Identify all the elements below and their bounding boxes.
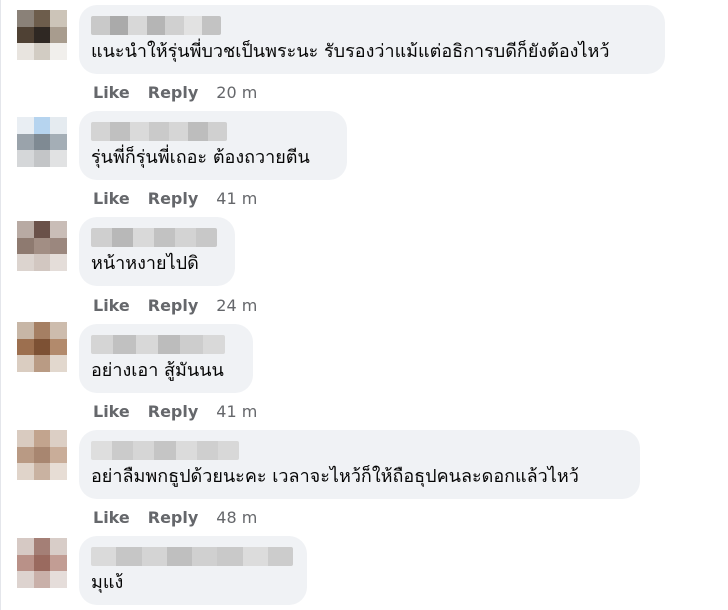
reply-button[interactable]: Reply: [148, 188, 199, 210]
comment-text: มุแง้: [91, 572, 124, 593]
comment-actions: Like Reply 41 m: [93, 401, 257, 423]
avatar[interactable]: [17, 538, 67, 588]
reply-button[interactable]: Reply: [148, 295, 199, 317]
like-button[interactable]: Like: [93, 295, 130, 317]
blurred-author-name[interactable]: [91, 441, 239, 460]
comment-text: แนะนำให้รุ่นพี่บวชเป็นพระนะ รับรองว่าแม้…: [91, 41, 610, 62]
like-button[interactable]: Like: [93, 82, 130, 104]
like-button[interactable]: Like: [93, 401, 130, 423]
like-button[interactable]: Like: [93, 507, 130, 529]
blurred-author-name[interactable]: [91, 228, 217, 247]
comment-bubble: อย่าลืมพกธูปด้วยนะคะ เวลาจะไหว้ก็ให้ถือธ…: [79, 430, 640, 499]
comment-text: หน้าหงายไปดิ: [91, 253, 199, 274]
avatar[interactable]: [17, 322, 67, 372]
left-border: [0, 0, 1, 610]
avatar[interactable]: [17, 10, 67, 60]
blurred-author-name[interactable]: [91, 16, 221, 35]
like-button[interactable]: Like: [93, 188, 130, 210]
blurred-author-name[interactable]: [91, 547, 293, 566]
comment-bubble: หน้าหงายไปดิ: [79, 217, 235, 286]
comment-text: อย่าลืมพกธูปด้วยนะคะ เวลาจะไหว้ก็ให้ถือธ…: [91, 466, 579, 487]
comment-actions: Like Reply 41 m: [93, 188, 257, 210]
avatar[interactable]: [17, 430, 67, 480]
comment-bubble: รุ่นพี่ก็รุ่นพี่เถอะ ต้องถวายตีน: [79, 111, 347, 180]
comment-actions: Like Reply 20 m: [93, 82, 257, 104]
comment-text: รุ่นพี่ก็รุ่นพี่เถอะ ต้องถวายตีน: [91, 147, 310, 168]
comment-text: อย่างเอา สู้มันนน: [91, 360, 224, 381]
comment-timestamp[interactable]: 41 m: [216, 401, 257, 423]
comment-bubble: แนะนำให้รุ่นพี่บวชเป็นพระนะ รับรองว่าแม้…: [79, 5, 665, 74]
reply-button[interactable]: Reply: [148, 507, 199, 529]
reply-button[interactable]: Reply: [148, 401, 199, 423]
avatar[interactable]: [17, 117, 67, 167]
reply-button[interactable]: Reply: [148, 82, 199, 104]
comment-bubble: มุแง้: [79, 536, 307, 605]
comment-actions: Like Reply 24 m: [93, 295, 257, 317]
blurred-author-name[interactable]: [91, 335, 225, 354]
blurred-author-name[interactable]: [91, 122, 227, 141]
comment-timestamp[interactable]: 20 m: [216, 82, 257, 104]
comment-timestamp[interactable]: 48 m: [216, 507, 257, 529]
comment-timestamp[interactable]: 24 m: [216, 295, 257, 317]
comment-timestamp[interactable]: 41 m: [216, 188, 257, 210]
comment-bubble: อย่างเอา สู้มันนน: [79, 324, 253, 393]
avatar[interactable]: [17, 221, 67, 271]
comment-actions: Like Reply 48 m: [93, 507, 257, 529]
